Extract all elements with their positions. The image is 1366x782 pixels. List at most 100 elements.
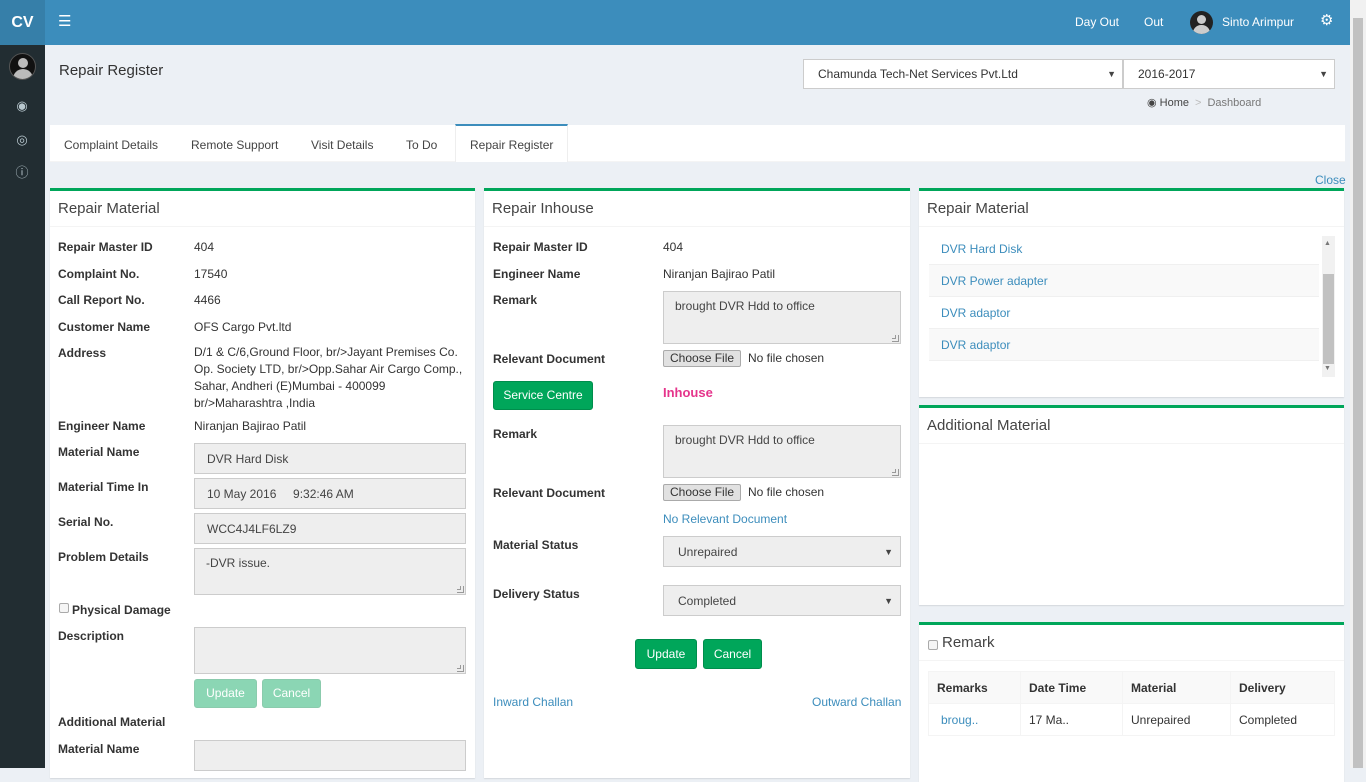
material-item[interactable]: DVR Power adapter	[929, 265, 1319, 297]
label: Repair Master ID	[493, 240, 588, 254]
app-logo[interactable]: CV	[0, 0, 45, 45]
page-title: Repair Register	[59, 62, 164, 79]
table-cell: 17 Ma..	[1020, 703, 1123, 736]
choose-file-button[interactable]: Choose File	[663, 350, 742, 367]
gears-icon[interactable]: ⚙	[1320, 11, 1333, 29]
day-out-link[interactable]: Day Out	[1075, 0, 1119, 45]
repair-master-id-value: 404	[663, 240, 684, 254]
panel-title: Remark	[942, 634, 995, 651]
material-item[interactable]: DVR adaptor	[929, 297, 1319, 329]
chevron-down-icon: ▼	[1319, 69, 1328, 79]
table-row: broug.. 17 Ma.. Unrepaired Completed	[928, 703, 1335, 736]
label: Address	[58, 346, 107, 360]
column-header: Date Time	[1020, 671, 1123, 704]
column-header: Material	[1122, 671, 1231, 704]
remark-table: Remarks Date Time Material Delivery brou…	[928, 671, 1335, 736]
service-centre-button[interactable]: Service Centre	[493, 381, 593, 410]
label: Customer Name	[58, 320, 151, 334]
user-name[interactable]: Sinto Arimpur	[1222, 0, 1294, 45]
sidebar-avatar	[9, 53, 36, 80]
label: Engineer Name	[58, 419, 146, 433]
label: Call Report No.	[58, 293, 145, 307]
no-relevant-document-link[interactable]: No Relevant Document	[663, 512, 787, 526]
scrollbar-thumb[interactable]	[1353, 18, 1363, 768]
label: Repair Master ID	[58, 240, 153, 254]
serial-no-field[interactable]: WCC4J4LF6LZ9	[194, 513, 466, 544]
inward-challan-link[interactable]: Inward Challan	[493, 695, 573, 709]
scroll-down-icon[interactable]: ▼	[1324, 365, 1331, 372]
table-cell: Completed	[1230, 703, 1335, 736]
tab-remote-support[interactable]: Remote Support	[191, 125, 278, 162]
info-icon[interactable]: ⓘ	[14, 165, 30, 181]
label: Physical Damage	[72, 603, 171, 617]
company-select[interactable]: Chamunda Tech-Net Services Pvt.Ltd ▼	[803, 59, 1123, 89]
remark-panel: Remark Remarks Date Time Material Delive…	[919, 622, 1344, 782]
remark-field[interactable]: brought DVR Hdd to office	[663, 291, 901, 344]
tab-visit-details[interactable]: Visit Details	[311, 125, 373, 162]
engineer-name-value: Niranjan Bajirao Patil	[194, 419, 307, 433]
file-status: No file chosen	[748, 351, 825, 365]
repair-material-list-panel: Repair Material DVR Hard Disk DVR Power …	[919, 188, 1344, 397]
choose-file-button-2[interactable]: Choose File	[663, 484, 742, 501]
description-field[interactable]	[194, 627, 466, 674]
panel-title: Repair Material	[58, 200, 160, 217]
outward-challan-link[interactable]: Outward Challan	[812, 695, 901, 709]
out-link[interactable]: Out	[1144, 0, 1163, 45]
dashboard-icon: ◉	[1147, 97, 1157, 109]
material-time-in-field[interactable]: 10 May 2016 9:32:46 AM	[194, 478, 466, 509]
problem-details-field[interactable]: -DVR issue.	[194, 548, 466, 595]
tab-to-do[interactable]: To Do	[406, 125, 437, 162]
material-name-field[interactable]: DVR Hard Disk	[194, 443, 466, 474]
label: Complaint No.	[58, 267, 140, 281]
label: Engineer Name	[493, 267, 581, 281]
scrollbar-thumb[interactable]	[1323, 274, 1334, 364]
panel-title: Additional Material	[927, 417, 1051, 434]
scroll-up-icon[interactable]: ▲	[1324, 240, 1331, 247]
close-link[interactable]: Close	[1315, 173, 1346, 187]
material-item[interactable]: DVR Hard Disk	[929, 233, 1319, 265]
label: Material Name	[58, 445, 140, 459]
remark-field-2[interactable]: brought DVR Hdd to office	[663, 425, 901, 478]
delivery-status-select[interactable]: Completed ▼	[663, 585, 901, 616]
support-icon[interactable]: ◎	[14, 132, 30, 148]
cancel-button[interactable]: Cancel	[703, 639, 762, 669]
label: Relevant Document	[493, 352, 606, 366]
label: Additional Material	[58, 715, 166, 729]
user-avatar[interactable]	[1190, 11, 1213, 34]
update-button[interactable]: Update	[635, 639, 697, 669]
address-value: D/1 & C/6,Ground Floor, br/>Jayant Premi…	[194, 345, 463, 410]
material-list-scrollbar[interactable]: ▲ ▼	[1322, 236, 1335, 377]
breadcrumb-home[interactable]: Home	[1160, 97, 1189, 109]
material-status-select[interactable]: Unrepaired ▼	[663, 536, 901, 567]
sidebar-toggle-icon[interactable]: ☰	[58, 14, 71, 29]
top-navbar: CV ☰ Day Out Out Sinto Arimpur ⚙	[0, 0, 1366, 45]
page-scrollbar[interactable]	[1350, 0, 1366, 768]
label: Remark	[493, 427, 538, 441]
repair-inhouse-panel: Repair Inhouse Repair Master ID 404 Engi…	[484, 188, 910, 778]
dashboard-icon[interactable]: ◉	[14, 98, 30, 114]
breadcrumb-current: Dashboard	[1207, 97, 1262, 109]
label: Serial No.	[58, 515, 114, 529]
label: Description	[58, 629, 125, 643]
update-button[interactable]: Update	[194, 679, 257, 708]
tab-complaint-details[interactable]: Complaint Details	[64, 125, 158, 162]
file-status-2: No file chosen	[748, 485, 825, 499]
label: Delivery Status	[493, 587, 580, 601]
remark-checkbox[interactable]	[928, 640, 938, 650]
panel-title: Repair Material	[927, 200, 1029, 217]
additional-material-panel: Additional Material	[919, 405, 1344, 605]
label: Material Status	[493, 538, 579, 552]
chevron-down-icon: ▼	[884, 596, 893, 606]
physical-damage-checkbox[interactable]	[59, 603, 69, 613]
additional-material-name-field[interactable]	[194, 740, 466, 771]
complaint-no-value: 17540	[194, 267, 228, 281]
engineer-name-value: Niranjan Bajirao Patil	[663, 267, 776, 281]
tab-bar: Complaint Details Remote Support Visit D…	[50, 124, 1345, 162]
cancel-button[interactable]: Cancel	[262, 679, 321, 708]
year-select[interactable]: 2016-2017 ▼	[1123, 59, 1335, 89]
tab-repair-register[interactable]: Repair Register	[455, 124, 569, 162]
remark-link[interactable]: broug..	[928, 703, 1021, 736]
repair-material-panel: Repair Material Repair Master ID 404 Com…	[50, 188, 475, 778]
material-item[interactable]: DVR adaptor	[929, 329, 1319, 361]
chevron-down-icon: ▼	[1107, 69, 1116, 79]
